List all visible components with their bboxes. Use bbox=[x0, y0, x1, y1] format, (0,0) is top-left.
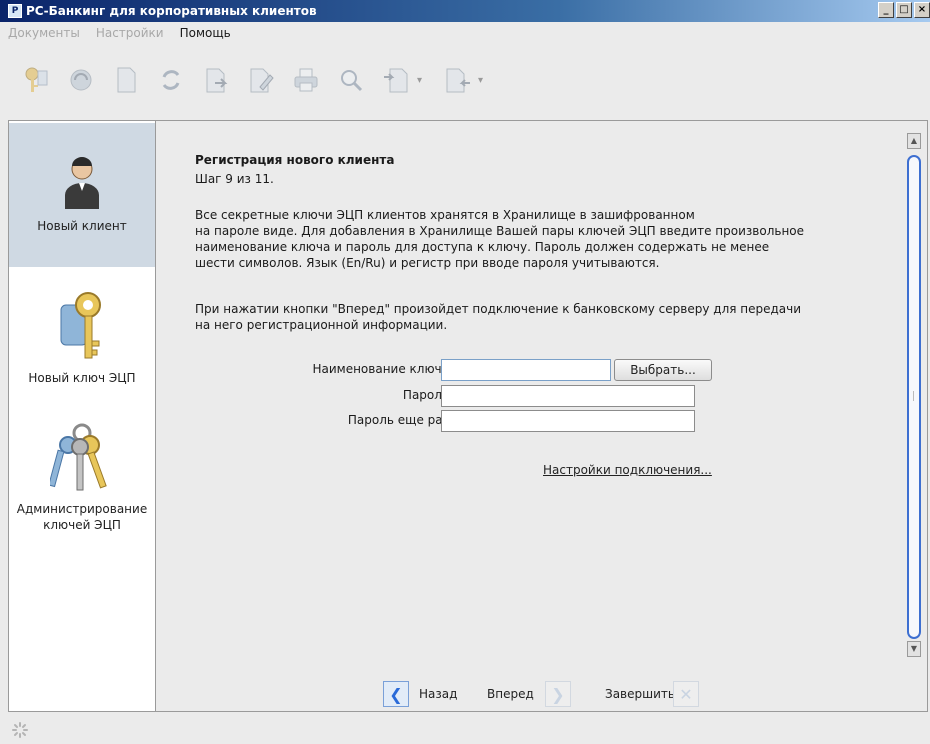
keys-icon[interactable] bbox=[18, 62, 54, 98]
wizard-navigation: ❮ Назад Вперед ❯ Завершить ✕ bbox=[157, 677, 905, 709]
password-repeat-label: Пароль еще раз bbox=[347, 413, 449, 427]
password-repeat-input[interactable] bbox=[441, 410, 695, 432]
password-label: Пароль bbox=[402, 388, 449, 402]
forward-label[interactable]: Вперед bbox=[487, 687, 534, 701]
connection-settings-link[interactable]: Настройки подключения... bbox=[543, 463, 712, 477]
key-icon bbox=[60, 292, 101, 359]
menu-documents[interactable]: Документы bbox=[6, 24, 82, 42]
print-icon[interactable] bbox=[288, 62, 324, 98]
title-bar: Р РС-Банкинг для корпоративных клиентов … bbox=[0, 0, 930, 22]
person-icon bbox=[65, 157, 99, 209]
bank-app-icon: Р bbox=[8, 4, 22, 18]
scroll-grip-icon bbox=[913, 391, 916, 401]
sidebar-item-admin-keys[interactable]: Администрирование ключей ЭЦП bbox=[9, 423, 155, 563]
chevron-right-icon: ❯ bbox=[551, 684, 565, 704]
menu-help[interactable]: Помощь bbox=[178, 24, 233, 42]
password-input[interactable] bbox=[441, 385, 695, 407]
sidebar: Новый клиент Новый ключ ЭЦП Администриро… bbox=[9, 121, 156, 711]
wizard-content: Регистрация нового клиента Шаг 9 из 11. … bbox=[157, 121, 905, 711]
sidebar-item-label: Администрирование ключей ЭЦП bbox=[16, 502, 148, 532]
spinner-icon bbox=[12, 722, 28, 738]
chevron-left-icon: ❮ bbox=[389, 684, 403, 704]
scroll-down-icon[interactable]: ▼ bbox=[907, 641, 921, 657]
window-title: РС-Банкинг для корпоративных клиентов bbox=[26, 4, 317, 18]
menu-settings[interactable]: Настройки bbox=[94, 24, 166, 42]
main-panel: Новый клиент Новый ключ ЭЦП Администриро… bbox=[8, 120, 928, 712]
keys-bundle-icon bbox=[50, 423, 107, 491]
back-label[interactable]: Назад bbox=[419, 687, 457, 701]
search-icon[interactable] bbox=[333, 62, 369, 98]
sidebar-item-new-client[interactable]: Новый клиент bbox=[9, 123, 155, 267]
receive-dropdown-arrow-icon[interactable]: ▾ bbox=[478, 75, 483, 86]
forward-button[interactable]: ❯ bbox=[545, 681, 571, 707]
wizard-step: Шаг 9 из 11. bbox=[195, 172, 274, 186]
menu-bar: Документы Настройки Помощь bbox=[0, 22, 930, 44]
sidebar-item-label: Новый клиент bbox=[37, 219, 127, 233]
finish-button[interactable]: ✕ bbox=[673, 681, 699, 707]
choose-button[interactable]: Выбрать... bbox=[614, 359, 712, 381]
document-icon[interactable] bbox=[108, 62, 144, 98]
edit-document-icon[interactable] bbox=[243, 62, 279, 98]
document-arrow-icon[interactable] bbox=[198, 62, 234, 98]
wizard-title: Регистрация нового клиента bbox=[195, 153, 395, 167]
close-button[interactable]: × bbox=[914, 2, 930, 18]
finish-label[interactable]: Завершить bbox=[605, 687, 675, 701]
close-icon: ✕ bbox=[679, 684, 693, 704]
scroll-up-icon[interactable]: ▲ bbox=[907, 133, 921, 149]
wizard-forward-note: При нажатии кнопки "Вперед" произойдет п… bbox=[195, 302, 802, 332]
sidebar-item-label: Новый ключ ЭЦП bbox=[28, 371, 136, 385]
status-bar bbox=[0, 714, 930, 744]
window-controls: _ □ × bbox=[878, 2, 930, 18]
back-button[interactable]: ❮ bbox=[383, 681, 409, 707]
wizard-description: Все секретные ключи ЭЦП клиентов хранятс… bbox=[195, 208, 805, 270]
minimize-button[interactable]: _ bbox=[878, 2, 894, 18]
refresh-document-icon[interactable] bbox=[63, 62, 99, 98]
toolbar: ▾ ▾ bbox=[0, 44, 930, 116]
sidebar-item-new-key[interactable]: Новый ключ ЭЦП bbox=[9, 289, 155, 409]
maximize-button[interactable]: □ bbox=[896, 2, 912, 18]
scroll-thumb[interactable] bbox=[907, 155, 921, 639]
receive-document-icon[interactable] bbox=[439, 62, 475, 98]
send-dropdown-arrow-icon[interactable]: ▾ bbox=[417, 75, 422, 86]
sync-icon[interactable] bbox=[153, 62, 189, 98]
key-name-input[interactable] bbox=[441, 359, 611, 381]
send-document-icon[interactable] bbox=[378, 62, 414, 98]
key-name-label: Наименование ключа bbox=[312, 362, 449, 376]
vertical-scrollbar[interactable]: ▲ ▼ bbox=[905, 133, 925, 663]
